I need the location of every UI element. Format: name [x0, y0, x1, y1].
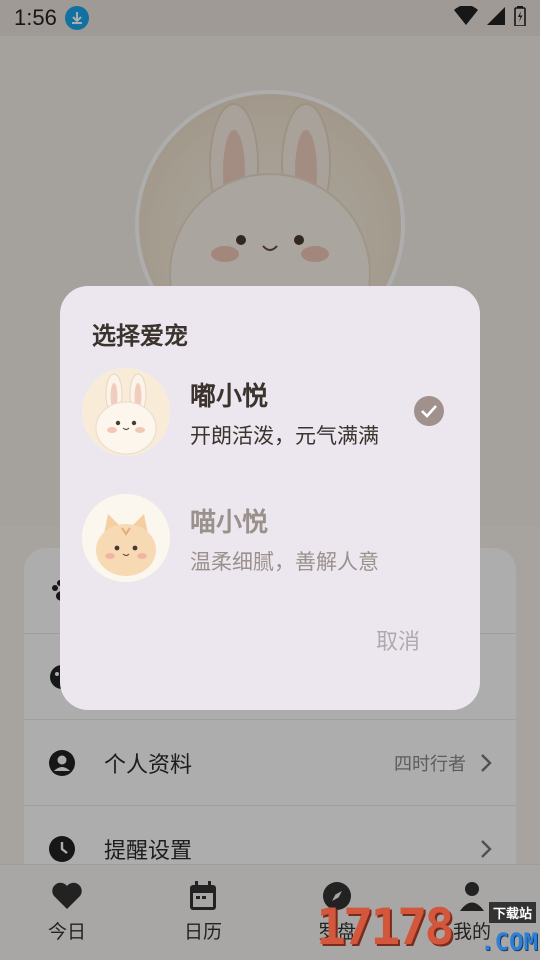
watermark-domain: .COM — [480, 928, 538, 956]
cat-avatar-icon — [82, 494, 170, 582]
pet-option-cat[interactable]: 喵小悦 温柔细腻，善解人意 — [80, 494, 460, 590]
pet-description: 开朗活泼，元气满满 — [190, 424, 379, 448]
pet-name: 嘟小悦 — [190, 382, 269, 412]
cancel-button[interactable]: 取消 — [376, 624, 420, 656]
check-circle-icon — [414, 396, 444, 426]
watermark-digits: 17178 — [316, 898, 455, 956]
site-watermark-logo: 17178 下载站 .COM — [316, 898, 540, 960]
watermark-tag: 下载站 — [488, 902, 536, 923]
pet-name: 喵小悦 — [190, 508, 269, 538]
bunny-avatar-icon — [82, 368, 170, 456]
pet-option-bunny[interactable]: 嘟小悦 开朗活泼，元气满满 — [80, 368, 460, 464]
select-pet-dialog: 选择爱宠 嘟小悦 开朗活泼，元气满满 喵小悦 温柔细腻，善解人意 取消 — [60, 286, 480, 710]
dialog-title: 选择爱宠 — [92, 322, 188, 350]
pet-description: 温柔细腻，善解人意 — [190, 550, 379, 574]
